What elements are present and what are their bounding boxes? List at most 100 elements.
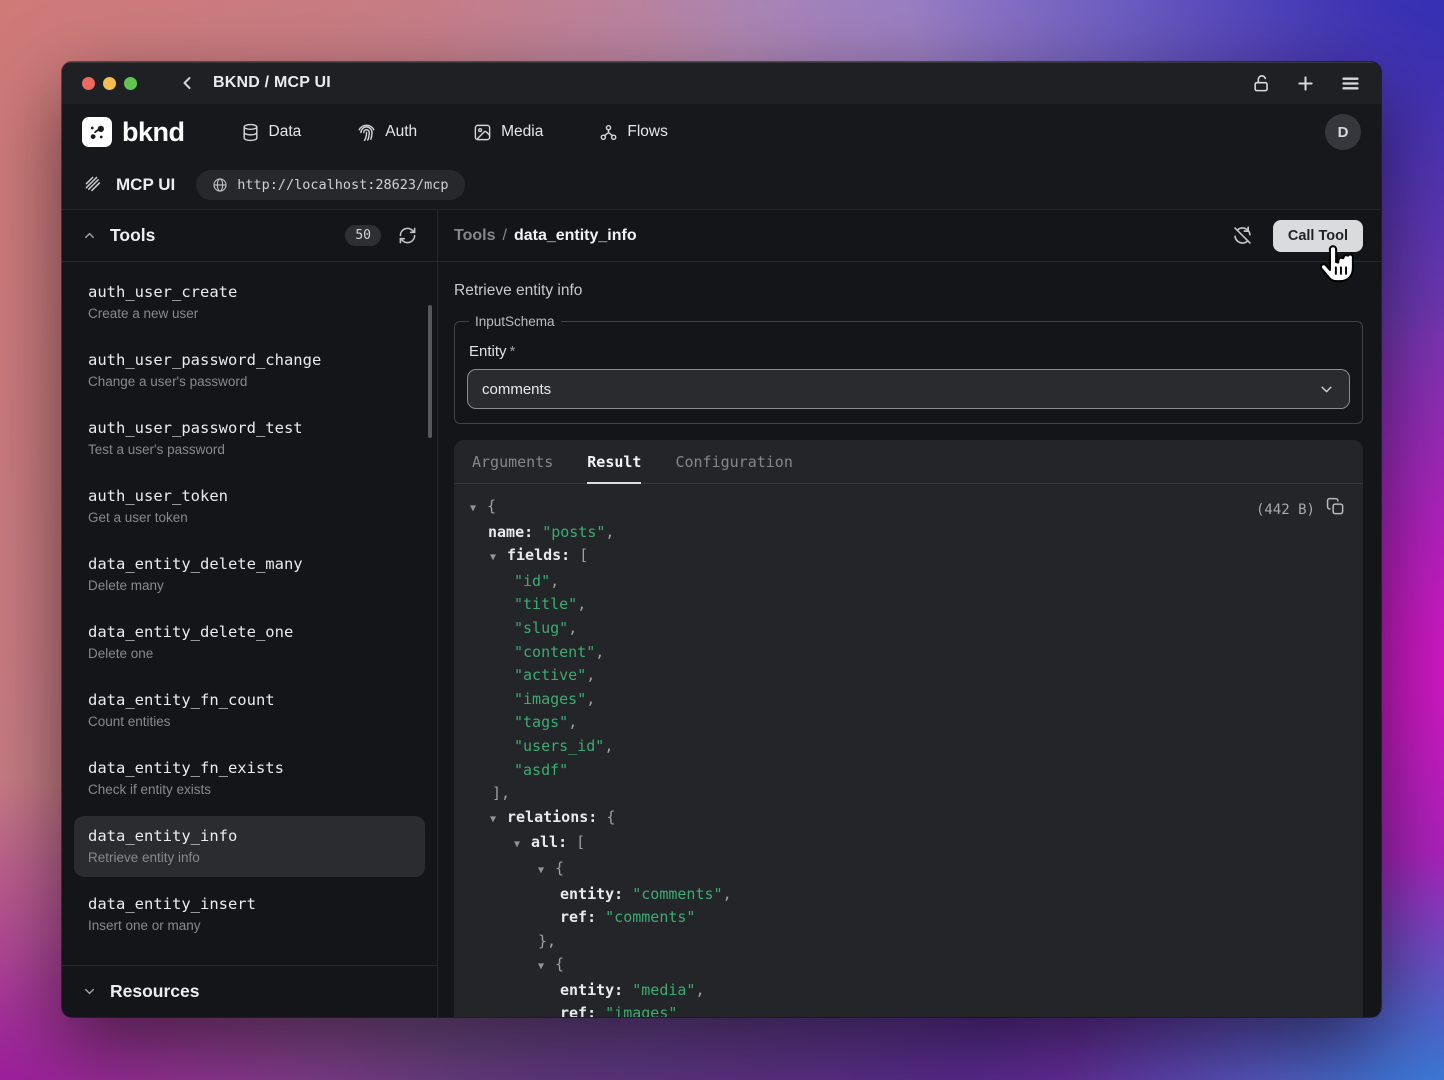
unlock-icon[interactable] [1252, 74, 1271, 93]
breadcrumb-separator: / [502, 227, 506, 244]
json-line: "slug", [470, 617, 1347, 641]
brand-logo[interactable]: bknd [82, 117, 185, 148]
entity-select[interactable]: comments [467, 369, 1350, 409]
tool-detail-header: Tools / data_entity_info Call Tool [438, 210, 1381, 262]
json-line: "users_id", [470, 735, 1347, 759]
collapse-arrow-icon[interactable]: ▼ [490, 546, 507, 570]
mcp-ui-title: MCP UI [116, 175, 175, 195]
refresh-tools-button[interactable] [394, 222, 421, 249]
fingerprint-icon [357, 123, 376, 142]
header-actions: Call Tool [1230, 220, 1363, 252]
entity-field-label: Entity* [469, 343, 1350, 360]
nav-item-media[interactable]: Media [473, 123, 543, 142]
required-marker: * [510, 343, 516, 360]
tool-list-item[interactable]: data_entity_delete_one Delete one [74, 612, 425, 673]
tool-list-item[interactable]: auth_user_password_test Test a user's pa… [74, 408, 425, 469]
collapse-arrow-icon[interactable]: ▼ [490, 808, 507, 832]
tool-name: data_entity_delete_one [88, 623, 411, 641]
tool-description: Change a user's password [88, 374, 411, 389]
refresh-icon [398, 226, 417, 245]
chevron-down-icon [82, 984, 97, 999]
nav-item-auth[interactable]: Auth [357, 123, 417, 142]
tool-list-item[interactable]: data_entity_fn_count Count entities [74, 680, 425, 741]
tool-description: Test a user's password [88, 442, 411, 457]
input-schema-legend: InputSchema [469, 314, 561, 329]
new-tab-icon[interactable] [1295, 73, 1316, 94]
tool-name: data_entity_fn_count [88, 691, 411, 709]
collapse-arrow-icon[interactable]: ▼ [470, 497, 487, 521]
breadcrumb-current: data_entity_info [514, 227, 637, 244]
call-tool-button[interactable]: Call Tool [1273, 220, 1363, 252]
tools-section-title: Tools [110, 225, 155, 246]
tool-name: data_entity_insert [88, 895, 411, 913]
server-url-pill[interactable]: http://localhost:28623/mcp [196, 170, 464, 200]
titlebar-actions [1252, 73, 1361, 94]
json-line: ], [470, 782, 1347, 806]
collapse-arrow-icon[interactable]: ▼ [538, 859, 555, 883]
menu-icon[interactable] [1340, 73, 1361, 94]
json-line: "id", [470, 570, 1347, 594]
tools-section-header[interactable]: Tools 50 [62, 210, 437, 262]
window-titlebar: BKND / MCP UI [62, 62, 1381, 104]
brand-name: bknd [122, 117, 185, 148]
tool-description: Retrieve entity info [454, 282, 1363, 300]
nav-item-label: Auth [385, 123, 417, 141]
tool-list-item[interactable]: auth_user_token Get a user token [74, 476, 425, 537]
collapse-arrow-icon[interactable]: ▼ [514, 833, 531, 857]
tool-list-item[interactable]: auth_user_password_change Change a user'… [74, 340, 425, 401]
tool-name: auth_user_password_test [88, 419, 411, 437]
tool-detail-body: Retrieve entity info InputSchema Entity*… [438, 262, 1381, 1017]
result-tabs: Arguments Result Configuration [454, 440, 1363, 484]
auto-refresh-off-button[interactable] [1230, 223, 1255, 248]
refresh-off-icon [1232, 225, 1253, 246]
image-icon [473, 123, 492, 142]
tool-description: Check if entity exists [88, 782, 411, 797]
tool-name: auth_user_token [88, 487, 411, 505]
tab-result[interactable]: Result [587, 440, 641, 484]
user-avatar[interactable]: D [1325, 114, 1361, 150]
json-line: "tags", [470, 711, 1347, 735]
traffic-lights [82, 77, 137, 90]
json-line: entity: "comments", [470, 883, 1347, 907]
body-row: Tools 50 auth_user_create Create a new u… [62, 210, 1381, 1017]
minimize-window-button[interactable] [103, 77, 116, 90]
result-panel: Arguments Result Configuration (442 B) [454, 440, 1363, 1017]
json-line: "content", [470, 641, 1347, 665]
tool-list-item[interactable]: data_entity_fn_exists Check if entity ex… [74, 748, 425, 809]
back-button[interactable] [177, 73, 197, 93]
breadcrumb-section[interactable]: Tools [454, 227, 495, 244]
app-window: BKND / MCP UI bknd [62, 62, 1381, 1017]
app-header: bknd Data Auth Media Flows [62, 104, 1381, 160]
json-line: "images", [470, 688, 1347, 712]
json-line: "active", [470, 664, 1347, 688]
json-lines: ▼{name: "posts",▼fields: ["id","title","… [470, 495, 1347, 1017]
collapse-arrow-icon[interactable]: ▼ [538, 955, 555, 979]
json-line: ▼fields: [ [470, 544, 1347, 570]
zoom-window-button[interactable] [124, 77, 137, 90]
breadcrumb: Tools / data_entity_info [454, 227, 637, 245]
tab-configuration[interactable]: Configuration [675, 440, 792, 484]
resources-section-header[interactable]: Resources [62, 965, 437, 1017]
tool-detail-main: Tools / data_entity_info Call Tool Retriev… [438, 210, 1381, 1017]
chevron-down-icon [1318, 381, 1335, 398]
main-nav: Data Auth Media Flows [241, 123, 668, 142]
copy-icon[interactable] [1326, 497, 1345, 525]
tool-name: data_entity_fn_exists [88, 759, 411, 777]
sidebar-scrollbar-thumb[interactable] [428, 305, 432, 438]
json-line: name: "posts", [470, 521, 1347, 545]
tool-list-item[interactable]: data_entity_delete_many Delete many [74, 544, 425, 605]
tool-list-item[interactable]: data_entity_insert Insert one or many [74, 884, 425, 945]
tool-description: Retrieve entity info [88, 850, 411, 865]
tab-arguments[interactable]: Arguments [472, 440, 553, 484]
workflow-icon [599, 123, 618, 142]
tool-list-item[interactable]: auth_user_create Create a new user [74, 272, 425, 333]
close-window-button[interactable] [82, 77, 95, 90]
tool-list-item[interactable]: data_entity_info Retrieve entity info [74, 816, 425, 877]
desktop-background: BKND / MCP UI bknd [0, 0, 1444, 1080]
tool-name: auth_user_create [88, 283, 411, 301]
nav-item-data[interactable]: Data [241, 123, 302, 142]
tool-name: auth_user_password_change [88, 351, 411, 369]
nav-item-flows[interactable]: Flows [599, 123, 667, 142]
mcp-subheader: MCP UI http://localhost:28623/mcp [62, 160, 1381, 210]
nav-item-label: Flows [627, 123, 667, 141]
